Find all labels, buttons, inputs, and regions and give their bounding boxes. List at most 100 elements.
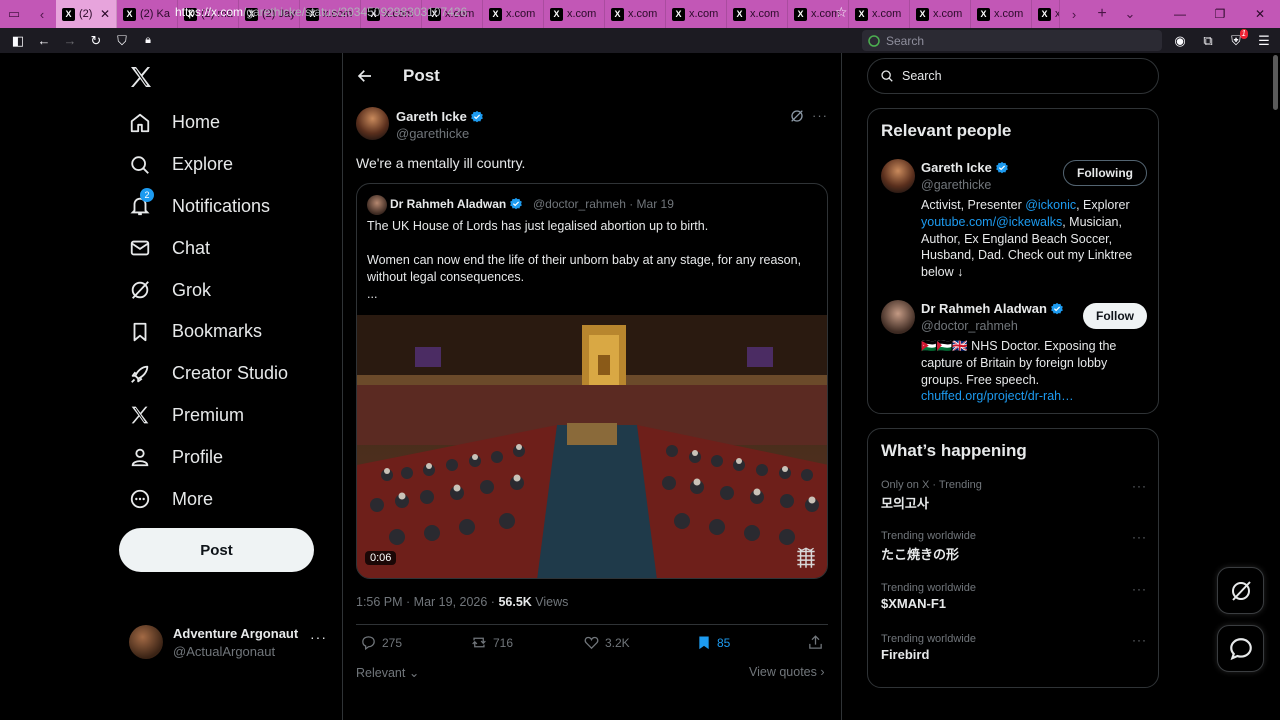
nav-profile[interactable]: Profile: [128, 436, 288, 478]
restore-icon[interactable]: ❐: [1200, 0, 1240, 28]
nav-premium[interactable]: Premium: [128, 395, 288, 437]
view-quotes-link[interactable]: View quotes ›: [749, 665, 825, 679]
browser-tab[interactable]: Xx.com: [605, 0, 666, 28]
video-player[interactable]: 0:06: [357, 315, 827, 578]
author-handle[interactable]: @garethicke: [396, 126, 469, 141]
browser-tab[interactable]: Xx.: [1032, 0, 1060, 28]
more-dots-icon[interactable]: ···: [1132, 530, 1147, 544]
avatar[interactable]: [881, 159, 915, 193]
back-arrow-icon[interactable]: [356, 67, 374, 85]
tab-list-icon[interactable]: ⌄: [1116, 0, 1144, 28]
shield-icon[interactable]: ⛉: [109, 28, 135, 53]
browser-tab[interactable]: Xx.com: [483, 0, 544, 28]
browser-tab[interactable]: Xx.com: [727, 0, 788, 28]
bio-mention-link[interactable]: @ickonic: [1025, 198, 1076, 212]
browser-tab[interactable]: Xx.com: [544, 0, 605, 28]
reload-icon[interactable]: ↻: [83, 28, 109, 53]
like-button[interactable]: 3.2K: [583, 634, 630, 651]
back-icon[interactable]: ←: [31, 28, 57, 53]
nav-explore[interactable]: Explore: [128, 144, 288, 186]
tab-close-icon[interactable]: ✕: [100, 7, 110, 21]
author-name[interactable]: Gareth Icke: [396, 109, 484, 124]
extensions-icon[interactable]: ⧉: [1196, 28, 1220, 53]
trend-item[interactable]: Trending worldwide Firebird ···: [881, 633, 1147, 662]
reply-sort-dropdown[interactable]: Relevant ⌄: [356, 665, 419, 680]
repost-icon: [472, 637, 486, 648]
person-item[interactable]: Gareth Icke @garethicke Following Activi…: [881, 159, 1147, 279]
person-name[interactable]: Gareth Icke: [921, 160, 1009, 175]
browser-tab[interactable]: Xx.com: [666, 0, 727, 28]
window-close-icon[interactable]: ✕: [1240, 0, 1280, 28]
avatar[interactable]: [356, 107, 389, 140]
browser-tab[interactable]: Xx.com: [910, 0, 971, 28]
nav-home[interactable]: Home: [128, 102, 288, 144]
tab-label: x.com: [933, 8, 963, 20]
bookmark-star-icon[interactable]: ☆: [835, 0, 851, 25]
ublock-icon[interactable]: ⛨ 1: [1224, 28, 1248, 53]
browser-search-box[interactable]: Search: [862, 30, 1162, 51]
bookmark-button[interactable]: 85: [696, 634, 730, 651]
share-button[interactable]: [807, 634, 824, 651]
person-bio: Activist, Presenter @ickonic, Explorer y…: [921, 197, 1147, 281]
nav-creator-studio[interactable]: Creator Studio: [128, 353, 288, 395]
more-dots-icon[interactable]: ···: [1132, 479, 1147, 493]
quoted-tweet[interactable]: Dr Rahmeh Aladwan @doctor_rahmeh · Mar 1…: [356, 183, 828, 579]
tab-scroll-right-icon[interactable]: ›: [1060, 0, 1088, 28]
follow-button[interactable]: Follow: [1083, 303, 1147, 329]
search-input[interactable]: Search: [867, 58, 1159, 94]
grok-floating-button[interactable]: [1217, 567, 1264, 614]
quote-meta: @doctor_rahmeh · Mar 19: [533, 197, 674, 211]
grok-icon: [128, 278, 152, 302]
tab-overview-icon[interactable]: ▭: [0, 0, 28, 28]
nav-label: Bookmarks: [172, 321, 263, 342]
reply-button[interactable]: 275: [360, 634, 402, 651]
browser-tab[interactable]: Xx.com: [971, 0, 1032, 28]
menu-icon[interactable]: ☰: [1252, 28, 1276, 53]
minimize-icon[interactable]: —: [1160, 0, 1200, 28]
trend-item[interactable]: Only on X · Trending 모의고사 ···: [881, 479, 1147, 512]
avatar[interactable]: [881, 300, 915, 334]
chat-floating-button[interactable]: [1217, 625, 1264, 672]
new-tab-icon[interactable]: +: [1088, 0, 1116, 28]
person-item[interactable]: Dr Rahmeh Aladwan @doctor_rahmeh Follow …: [881, 300, 1147, 405]
forward-icon[interactable]: →: [57, 28, 83, 53]
nav-notifications[interactable]: 2 Notifications: [128, 186, 288, 228]
more-dots-icon[interactable]: ···: [310, 629, 327, 645]
quote-text: The UK House of Lords has just legalised…: [367, 218, 819, 303]
post-button[interactable]: Post: [119, 528, 314, 572]
bio-url-link[interactable]: youtube.com/@ickewalks: [921, 215, 1062, 229]
nav-more[interactable]: More: [128, 478, 288, 520]
search-icon: [881, 70, 893, 82]
more-dots-icon[interactable]: ···: [1132, 582, 1147, 596]
more-dots-icon[interactable]: ···: [812, 108, 828, 123]
browser-tab[interactable]: X (2) ✕: [56, 0, 117, 28]
more-dots-icon[interactable]: ···: [1132, 633, 1147, 647]
person-icon: [128, 445, 152, 469]
trend-item[interactable]: Trending worldwide たこ焼きの形 ···: [881, 530, 1147, 563]
following-button[interactable]: Following: [1063, 160, 1147, 186]
person-name[interactable]: Dr Rahmeh Aladwan: [921, 301, 1064, 316]
tab-label: x.com: [628, 8, 658, 20]
primary-navigation: Home Explore 2 Notifications Chat Grok B…: [128, 102, 288, 520]
account-icon[interactable]: ◉: [1168, 28, 1192, 53]
trend-item[interactable]: Trending worldwide $XMAN-F1 ···: [881, 582, 1147, 611]
x-logo-icon[interactable]: [129, 65, 153, 89]
nav-chat[interactable]: Chat: [128, 227, 288, 269]
chat-bubble-icon: [1229, 637, 1252, 660]
lock-icon[interactable]: 🔒︎: [135, 28, 161, 53]
nav-grok[interactable]: Grok: [128, 269, 288, 311]
grok-icon[interactable]: [789, 108, 805, 124]
repost-button[interactable]: 716: [470, 634, 513, 651]
scrollbar[interactable]: [1273, 55, 1278, 110]
browser-tab[interactable]: Xx.com: [849, 0, 910, 28]
sidebar-toggle-icon[interactable]: ◧: [5, 28, 31, 53]
bio-url-link[interactable]: chuffed.org/project/dr-rah…: [921, 389, 1074, 403]
timestamp-text: 1:56 PM · Mar 19, 2026 ·: [356, 595, 499, 609]
account-switcher[interactable]: Adventure Argonaut @ActualArgonaut ···: [129, 625, 329, 661]
address-bar[interactable]: https://x.com/garethicke/status/20345092…: [175, 0, 467, 25]
browser-tab[interactable]: X (2) Ka: [117, 0, 178, 28]
browser-search-placeholder: Search: [886, 33, 925, 48]
nav-bookmarks[interactable]: Bookmarks: [128, 311, 288, 353]
tab-scroll-left-icon[interactable]: ‹: [28, 0, 56, 28]
trend-title: たこ焼きの形: [881, 547, 960, 562]
